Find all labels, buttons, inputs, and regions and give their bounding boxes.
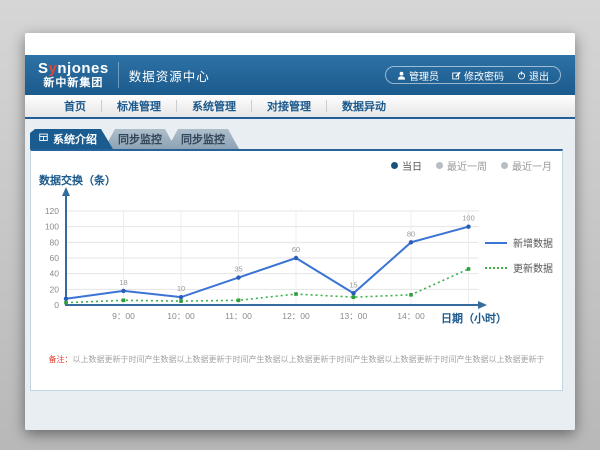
x-tick-label: 12：00	[282, 311, 310, 321]
brand-name: Synjones	[38, 61, 109, 78]
y-tick-label: 20	[50, 284, 60, 294]
x-tick-label: 13：00	[340, 311, 368, 321]
time-filter-group: 当日 最近一周 最近一月	[391, 158, 552, 173]
data-point	[351, 291, 355, 295]
brand-logo[interactable]: Synjones 新中新集团	[38, 61, 109, 90]
x-tick-label: 10：00	[167, 311, 195, 321]
data-point	[64, 297, 68, 301]
data-point	[409, 240, 413, 244]
data-point	[122, 299, 126, 303]
filter-label: 当日	[402, 158, 422, 173]
app-header: Synjones 新中新集团 数据资源中心 管理员 修改密码 退出	[25, 55, 575, 95]
tab-sync-monitor-2[interactable]: 同步监控	[167, 129, 239, 149]
logout-button[interactable]: 退出	[517, 68, 549, 83]
y-tick-label: 120	[45, 206, 59, 216]
y-axis-arrow	[62, 187, 70, 196]
legend-item-new-data: 新增数据	[485, 235, 553, 250]
y-tick-label: 80	[50, 237, 60, 247]
window-top-strip	[25, 33, 575, 55]
edit-icon	[452, 71, 461, 80]
x-tick-label: 9：00	[112, 311, 135, 321]
data-point	[179, 299, 183, 303]
radio-icon	[501, 162, 508, 169]
data-point	[179, 295, 183, 299]
y-tick-label: 100	[45, 222, 59, 232]
x-tick-label: 11：00	[225, 311, 252, 321]
nav-item-system-mgmt[interactable]: 系统管理	[177, 98, 251, 114]
tab-bar: 系统介绍 同步监控 同步监控	[30, 129, 575, 149]
point-label: 15	[349, 280, 357, 289]
filter-label: 最近一周	[447, 158, 487, 173]
y-tick-label: 0	[54, 300, 59, 310]
data-point	[237, 299, 241, 303]
data-point	[64, 301, 68, 305]
current-user-button[interactable]: 管理员	[397, 68, 439, 83]
chart-legend: 新增数据 更新数据	[485, 235, 553, 275]
app-title: 数据资源中心	[129, 66, 210, 85]
footer-note-text: 以上数据更新于时间产生数据以上数据更新于时间产生数据以上数据更新于时间产生数据以…	[73, 355, 545, 364]
header-divider	[118, 62, 119, 88]
legend-label: 新增数据	[513, 235, 553, 250]
data-point	[352, 295, 356, 299]
radio-icon	[436, 162, 443, 169]
point-label: 18	[119, 278, 127, 287]
user-icon	[397, 71, 406, 80]
data-point	[236, 275, 240, 279]
x-axis-arrow	[478, 301, 487, 309]
nav-item-data-change[interactable]: 数据异动	[327, 98, 401, 114]
logout-label: 退出	[529, 68, 549, 83]
y-tick-label: 60	[50, 253, 60, 263]
nav-item-interface-mgmt[interactable]: 对接管理	[252, 98, 326, 114]
chart-panel: 当日 最近一周 最近一月 数据交换（条） 0 20 40 60 80 100 120 9：00…	[30, 149, 563, 391]
x-tick-label: 14：00	[397, 311, 425, 321]
point-label: 35	[234, 265, 242, 274]
brand-subtitle: 新中新集团	[38, 77, 109, 89]
tab-label: 系统介绍	[53, 131, 97, 147]
point-label: 100	[462, 214, 475, 223]
app-window: Synjones 新中新集团 数据资源中心 管理员 修改密码 退出 首页 标准管…	[25, 33, 575, 430]
point-label: 10	[177, 284, 185, 293]
nav-item-home[interactable]: 首页	[49, 98, 101, 114]
filter-today[interactable]: 当日	[391, 158, 422, 173]
change-password-button[interactable]: 修改密码	[452, 68, 504, 83]
main-nav: 首页 标准管理 系统管理 对接管理 数据异动	[25, 95, 575, 119]
filter-last-week[interactable]: 最近一周	[436, 158, 487, 173]
data-point	[294, 256, 298, 260]
radio-icon	[391, 162, 398, 169]
x-axis-title: 日期（小时）	[441, 310, 507, 326]
current-user-label: 管理员	[409, 68, 439, 83]
power-icon	[517, 71, 526, 80]
point-label: 80	[407, 229, 415, 238]
tab-label: 同步监控	[181, 131, 225, 147]
data-point	[409, 293, 413, 297]
legend-item-updated-data: 更新数据	[485, 260, 553, 275]
data-point	[294, 292, 298, 296]
y-tick-label: 40	[50, 269, 60, 279]
filter-last-month[interactable]: 最近一月	[501, 158, 552, 173]
y-axis-title: 数据交换（条）	[39, 172, 116, 188]
footer-note: 备注：以上数据更新于时间产生数据以上数据更新于时间产生数据以上数据更新于时间产生…	[39, 354, 554, 365]
legend-label: 更新数据	[513, 260, 553, 275]
nav-item-standard-mgmt[interactable]: 标准管理	[102, 98, 176, 114]
point-label: 60	[292, 245, 300, 254]
data-point	[466, 224, 470, 228]
document-icon	[39, 133, 48, 145]
user-toolbar: 管理员 修改密码 退出	[385, 66, 561, 84]
tab-sync-monitor-1[interactable]: 同步监控	[104, 129, 176, 149]
tab-system-intro[interactable]: 系统介绍	[30, 129, 113, 149]
legend-line-solid	[485, 242, 507, 244]
change-password-label: 修改密码	[464, 68, 504, 83]
data-point	[467, 267, 471, 271]
legend-line-dotted	[485, 267, 507, 269]
filter-label: 最近一月	[512, 158, 552, 173]
content-area: 系统介绍 同步监控 同步监控 当日 最近一周	[25, 119, 575, 430]
footer-note-prefix: 备注：	[49, 355, 73, 364]
data-point	[121, 289, 125, 293]
tab-label: 同步监控	[118, 131, 162, 147]
